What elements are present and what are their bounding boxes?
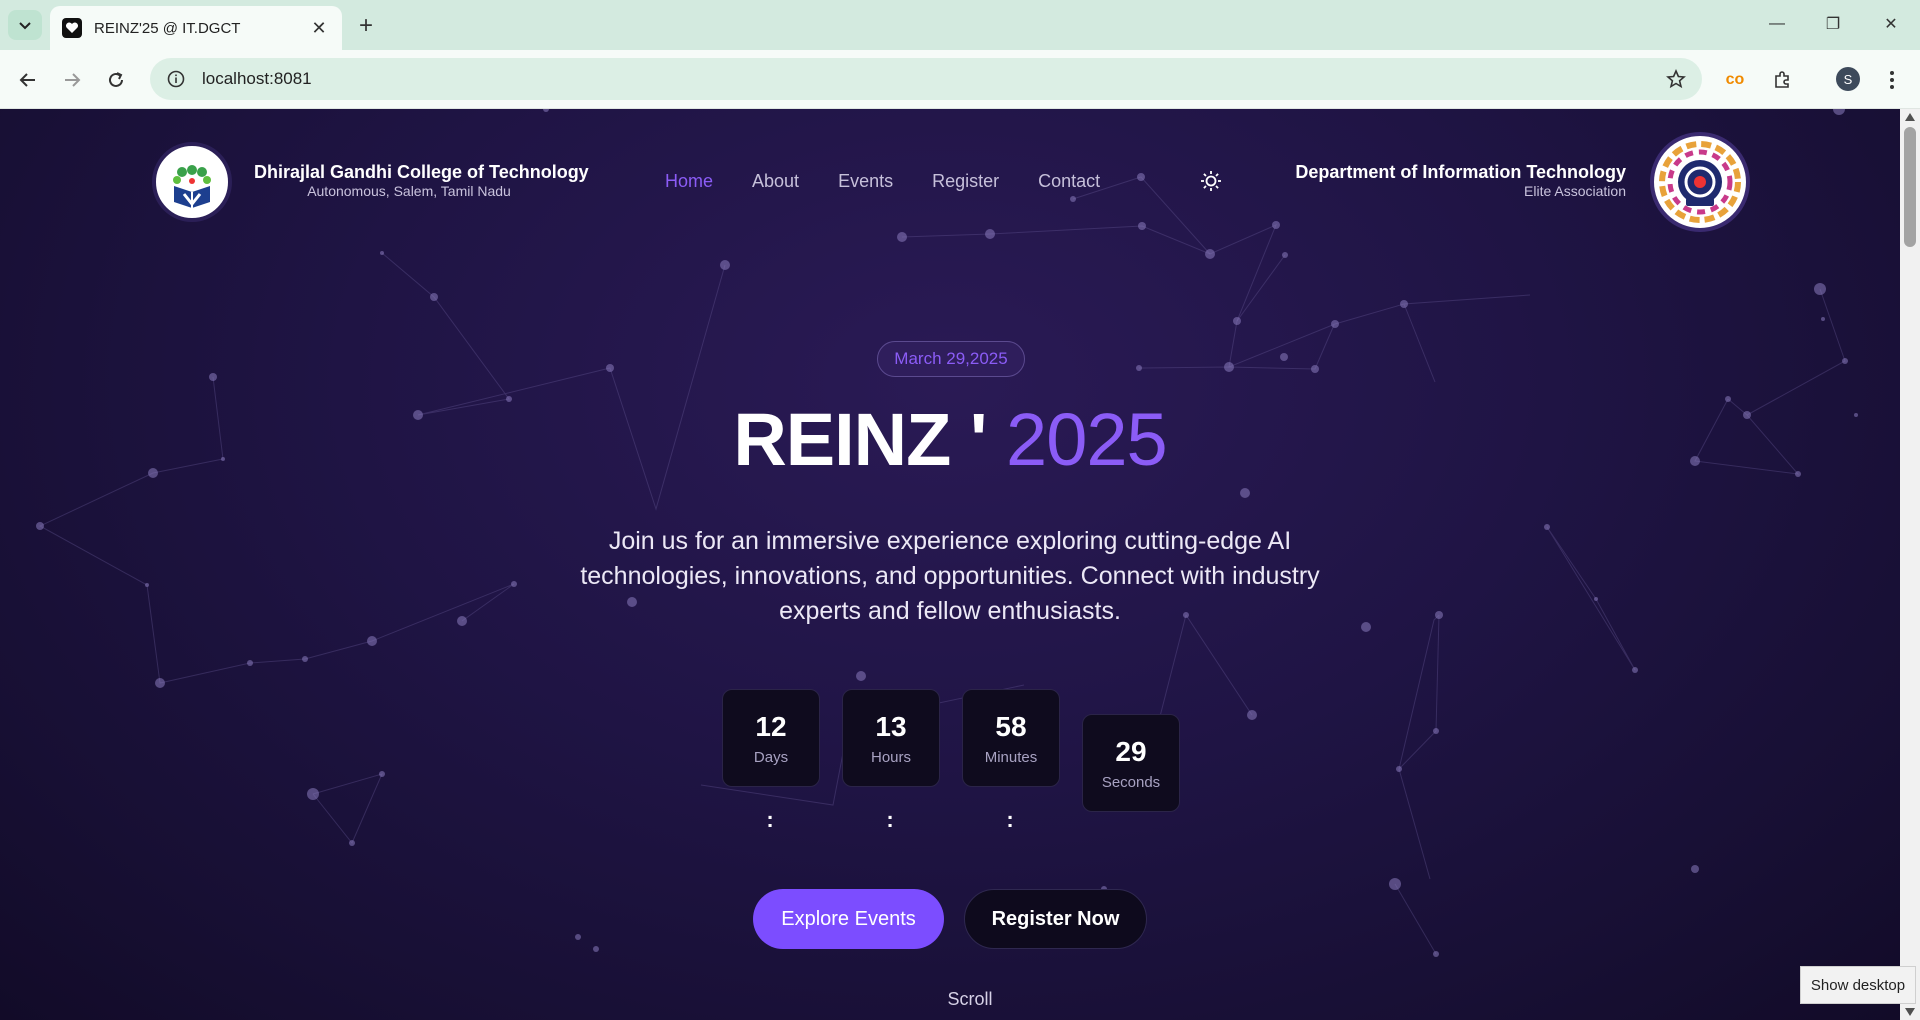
page-scrollbar[interactable] bbox=[1900, 109, 1920, 1020]
countdown-hours-value: 13 bbox=[875, 710, 907, 742]
browser-tab[interactable]: REINZ'25 @ IT.DGCT ✕ bbox=[50, 6, 342, 50]
countdown-separator: : bbox=[1006, 807, 1014, 832]
url-text: localhost:8081 bbox=[202, 69, 312, 88]
extensions-puzzle-icon[interactable] bbox=[1764, 62, 1800, 98]
new-tab-icon[interactable]: + bbox=[352, 12, 380, 40]
reload-icon[interactable] bbox=[98, 62, 134, 98]
hero-title-year: 2025 bbox=[1006, 398, 1168, 481]
department-name: Department of Information Technology bbox=[1295, 162, 1626, 182]
countdown-days: 12 Days bbox=[722, 689, 820, 787]
back-icon[interactable] bbox=[10, 62, 46, 98]
tree-book-logo-icon bbox=[173, 165, 211, 208]
explore-events-button[interactable]: Explore Events bbox=[753, 889, 944, 949]
nav-events[interactable]: Events bbox=[838, 171, 893, 192]
countdown-separator: : bbox=[766, 807, 774, 832]
countdown-seconds-label: Seconds bbox=[1101, 773, 1161, 791]
elite-association-logo[interactable] bbox=[1650, 132, 1750, 232]
scrollbar-thumb[interactable] bbox=[1904, 127, 1916, 247]
page-viewport: Dhirajlal Gandhi College of Technology A… bbox=[0, 109, 1900, 1020]
browser-toolbar: localhost:8081 co bbox=[0, 50, 1920, 109]
chevron-down-icon bbox=[19, 22, 31, 30]
scroll-hint[interactable]: Scroll bbox=[930, 989, 1010, 1010]
main-nav: Home About Events Register Contact bbox=[665, 171, 1139, 192]
minimize-icon[interactable]: — bbox=[1752, 8, 1802, 40]
forward-icon[interactable] bbox=[54, 62, 90, 98]
browser-tabstrip: REINZ'25 @ IT.DGCT ✕ + — ❐ ✕ bbox=[0, 0, 1920, 50]
nav-contact[interactable]: Contact bbox=[1038, 171, 1100, 192]
extension-co-icon[interactable]: co bbox=[1717, 62, 1753, 98]
close-window-icon[interactable]: ✕ bbox=[1866, 8, 1916, 40]
address-bar[interactable]: localhost:8081 bbox=[150, 58, 1702, 100]
college-logo[interactable] bbox=[152, 142, 232, 222]
show-desktop-tooltip: Show desktop bbox=[1800, 966, 1916, 1004]
countdown-seconds: 29 Seconds bbox=[1082, 714, 1180, 812]
countdown-days-value: 12 bbox=[755, 710, 787, 742]
countdown-hours: 13 Hours bbox=[842, 689, 940, 787]
elite-gear-logo-icon bbox=[1659, 141, 1741, 223]
college-subtitle: Autonomous, Salem, Tamil Nadu bbox=[307, 183, 511, 199]
tab-title: REINZ'25 @ IT.DGCT bbox=[94, 19, 241, 37]
heart-favicon-icon bbox=[62, 18, 82, 38]
browser-menu-icon[interactable] bbox=[1874, 62, 1910, 98]
profile-avatar[interactable]: S bbox=[1836, 67, 1860, 91]
college-name: Dhirajlal Gandhi College of Technology bbox=[254, 162, 589, 182]
tab-search-button[interactable] bbox=[8, 10, 42, 40]
bookmark-star-icon[interactable] bbox=[1664, 67, 1688, 91]
countdown-days-label: Days bbox=[753, 748, 789, 766]
register-now-button[interactable]: Register Now bbox=[964, 889, 1147, 949]
scroll-down-arrow-icon[interactable] bbox=[1905, 1008, 1915, 1016]
event-date-badge: March 29,2025 bbox=[877, 341, 1025, 377]
scroll-up-arrow-icon[interactable] bbox=[1905, 113, 1915, 121]
countdown-minutes: 58 Minutes bbox=[962, 689, 1060, 787]
department-subtitle: Elite Association bbox=[1524, 183, 1626, 199]
hero-title-main: REINZ ' bbox=[733, 398, 987, 481]
restore-icon[interactable]: ❐ bbox=[1808, 8, 1858, 40]
nav-home[interactable]: Home bbox=[665, 171, 713, 192]
countdown-separator: : bbox=[886, 807, 894, 832]
site-info-icon[interactable] bbox=[164, 67, 188, 91]
close-tab-icon[interactable]: ✕ bbox=[308, 17, 330, 39]
hero-description: Join us for an immersive experience expl… bbox=[580, 527, 1320, 625]
nav-register[interactable]: Register bbox=[932, 171, 999, 192]
countdown-seconds-value: 29 bbox=[1115, 735, 1147, 767]
hero-title: REINZ ' 2025 bbox=[0, 397, 1900, 482]
countdown-minutes-label: Minutes bbox=[984, 748, 1038, 766]
sun-theme-toggle-icon[interactable] bbox=[1198, 168, 1224, 194]
countdown-minutes-value: 58 bbox=[995, 710, 1027, 742]
nav-about[interactable]: About bbox=[752, 171, 799, 192]
countdown-hours-label: Hours bbox=[870, 748, 911, 766]
